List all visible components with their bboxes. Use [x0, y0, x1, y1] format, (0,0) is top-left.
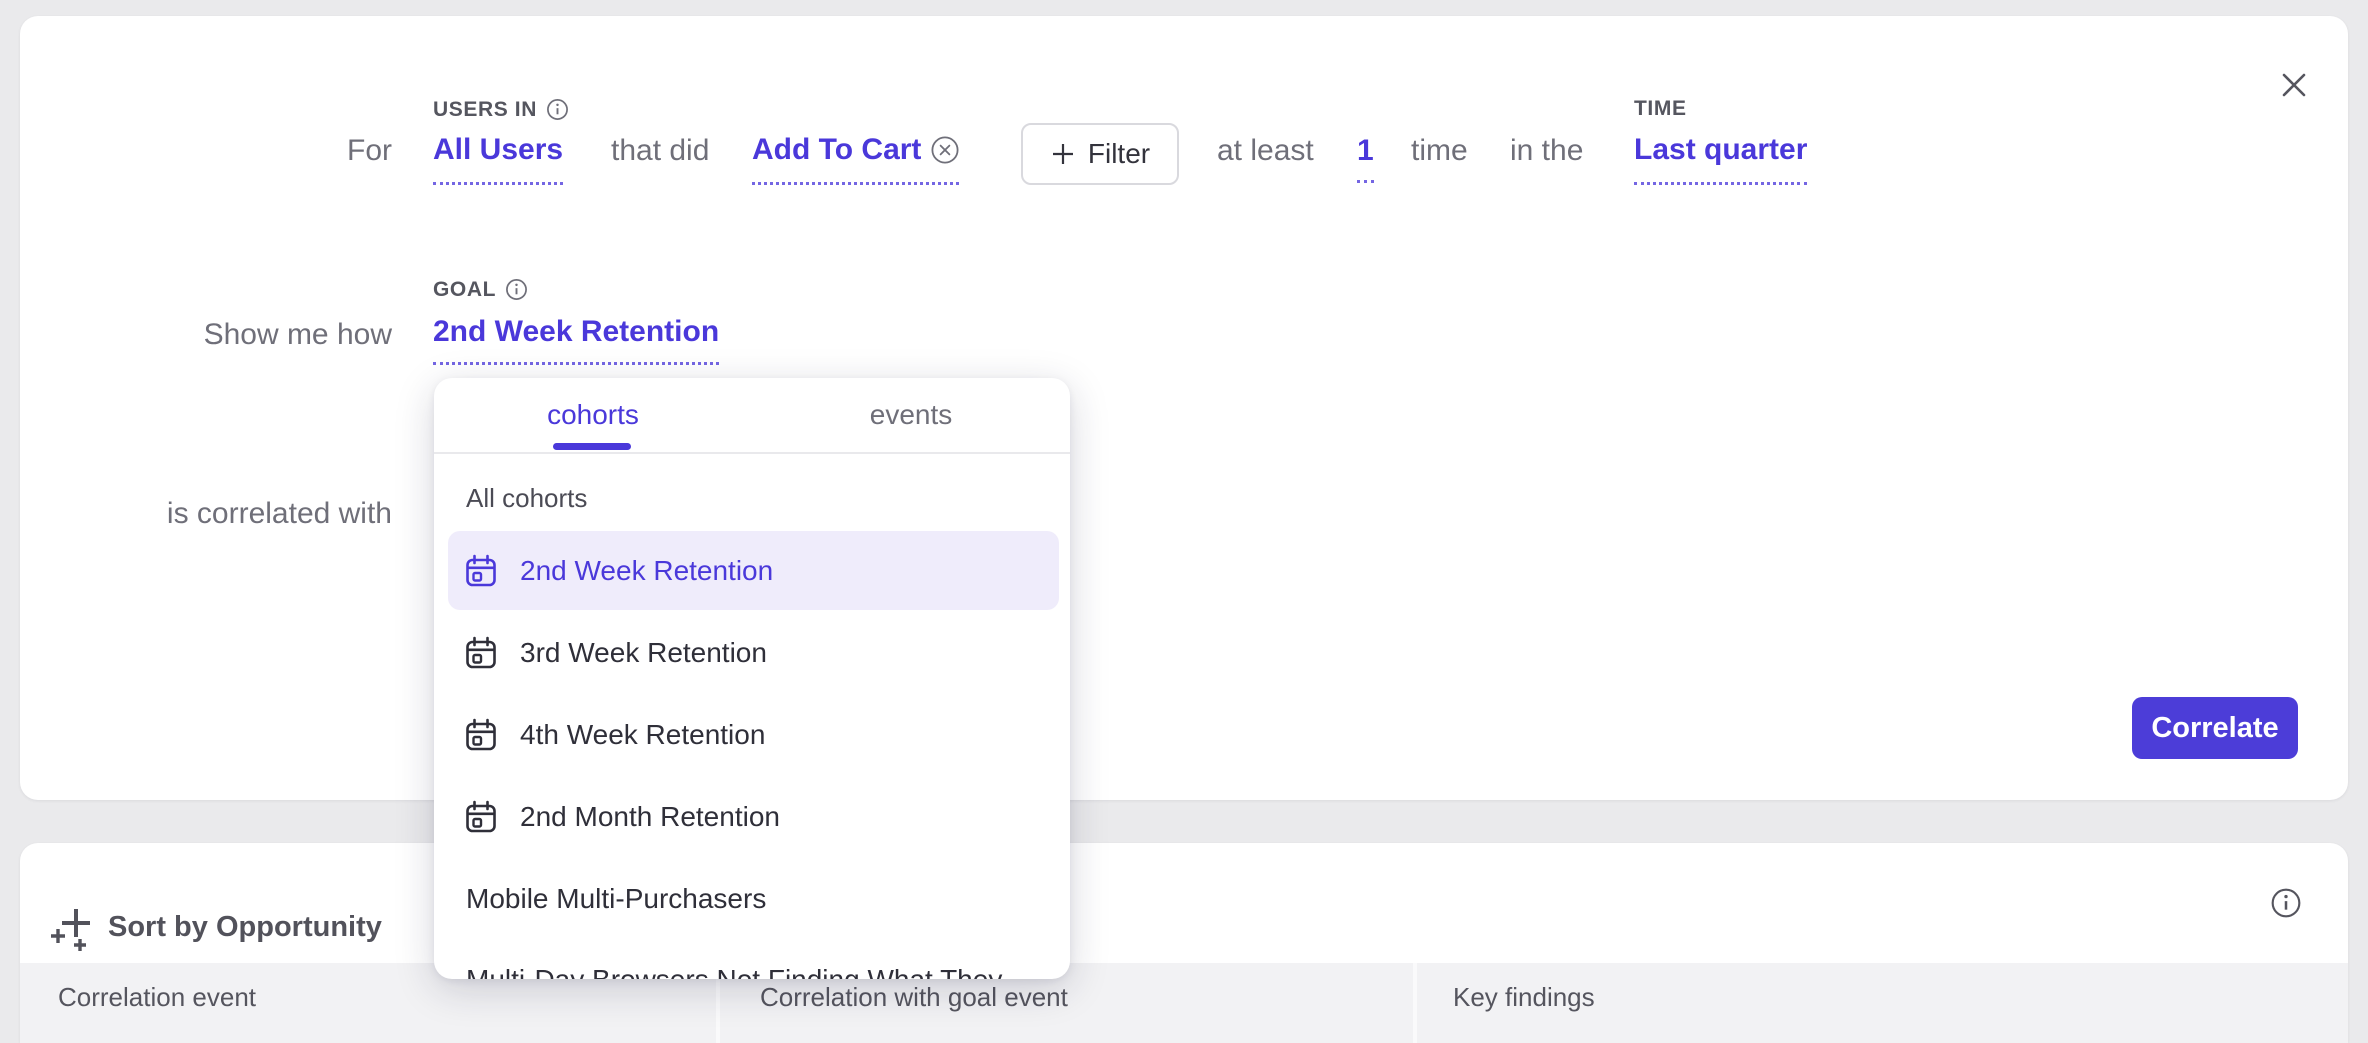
cohort-option[interactable]: Mobile Multi-Purchasers — [448, 859, 1059, 938]
cohort-option[interactable]: 2nd Month Retention — [448, 777, 1059, 856]
results-info-button[interactable] — [2270, 887, 2302, 919]
time-label-text: TIME — [1634, 98, 1687, 119]
cohort-option[interactable]: 2nd Week Retention — [448, 531, 1059, 610]
cohort-option-label: 3rd Week Retention — [520, 637, 767, 669]
dropdown-tabs: cohorts events — [434, 378, 1070, 452]
sort-by-opportunity-label: Sort by Opportunity — [108, 911, 382, 944]
goal-selector-value: 2nd Week Retention — [433, 317, 719, 347]
remove-event-icon[interactable] — [931, 136, 959, 164]
correlate-button[interactable]: Correlate — [2132, 697, 2298, 759]
cohort-option[interactable]: 4th Week Retention — [448, 695, 1059, 774]
cohort-section-label: All cohorts — [466, 485, 587, 511]
at-least-word: at least — [1217, 136, 1314, 166]
calendar-icon — [463, 635, 499, 671]
active-tab-indicator — [553, 443, 631, 450]
cohort-option-label: Mobile Multi-Purchasers — [466, 883, 766, 915]
add-filter-label: Filter — [1088, 138, 1150, 170]
cohort-option[interactable]: 3rd Week Retention — [448, 613, 1059, 692]
tabs-divider — [434, 452, 1070, 454]
cohort-option-label: 2nd Month Retention — [520, 801, 780, 833]
calendar-icon — [463, 799, 499, 835]
cohort-option-label: Multi-Day Browsers Not Finding What They — [466, 964, 1002, 980]
column-divider — [1413, 963, 1417, 1043]
count-selector[interactable]: 1 — [1357, 136, 1374, 183]
calendar-icon — [463, 717, 499, 753]
results-card: Sort by Opportunity Correlation event Co… — [20, 843, 2348, 1043]
query-builder-card: USERS IN TIME For All Users that did Add… — [20, 16, 2348, 800]
time-range-value: Last quarter — [1634, 135, 1807, 165]
goal-label: GOAL — [433, 278, 528, 301]
time-range-selector[interactable]: Last quarter — [1634, 135, 1807, 185]
cohort-selector-value: All Users — [433, 135, 563, 165]
event-selector[interactable]: Add To Cart — [752, 135, 959, 185]
users-in-label: USERS IN — [433, 98, 569, 121]
column-header-correlation-event: Correlation event — [58, 984, 256, 1010]
is-correlated-with-word: is correlated with — [110, 499, 392, 529]
that-did-word: that did — [611, 136, 709, 166]
info-icon[interactable] — [546, 98, 569, 121]
in-the-word: in the — [1510, 136, 1583, 166]
cohort-option-label: 4th Week Retention — [520, 719, 765, 751]
info-icon — [2270, 887, 2302, 919]
for-word: For — [146, 136, 392, 166]
goal-label-text: GOAL — [433, 279, 496, 300]
users-in-label-text: USERS IN — [433, 99, 537, 120]
calendar-icon — [463, 553, 499, 589]
cohort-option[interactable]: Multi-Day Browsers Not Finding What They — [448, 940, 1059, 979]
goal-selector[interactable]: 2nd Week Retention — [433, 317, 719, 365]
time-word: time — [1411, 136, 1468, 166]
column-header-correlation-with-goal: Correlation with goal event — [760, 984, 1068, 1010]
sort-by-opportunity-control[interactable]: Sort by Opportunity — [50, 903, 382, 951]
show-me-how-word: Show me how — [146, 320, 392, 350]
sort-sparkle-plus-icon — [50, 903, 92, 951]
plus-icon — [1050, 141, 1076, 167]
close-icon — [2279, 70, 2309, 100]
goal-picker-dropdown: cohorts events All cohorts 2nd Week Rete… — [434, 378, 1070, 979]
info-icon[interactable] — [505, 278, 528, 301]
time-label: TIME — [1634, 98, 1687, 119]
close-button[interactable] — [2268, 59, 2320, 111]
cohort-option-label: 2nd Week Retention — [520, 555, 773, 587]
cohort-selector[interactable]: All Users — [433, 135, 563, 185]
tab-cohorts[interactable]: cohorts — [434, 378, 752, 452]
event-selector-value: Add To Cart — [752, 135, 921, 165]
tab-events[interactable]: events — [752, 378, 1070, 452]
add-filter-button[interactable]: Filter — [1021, 123, 1179, 185]
column-header-key-findings: Key findings — [1453, 984, 1595, 1010]
results-table-header: Correlation event Correlation with goal … — [20, 963, 2348, 1043]
